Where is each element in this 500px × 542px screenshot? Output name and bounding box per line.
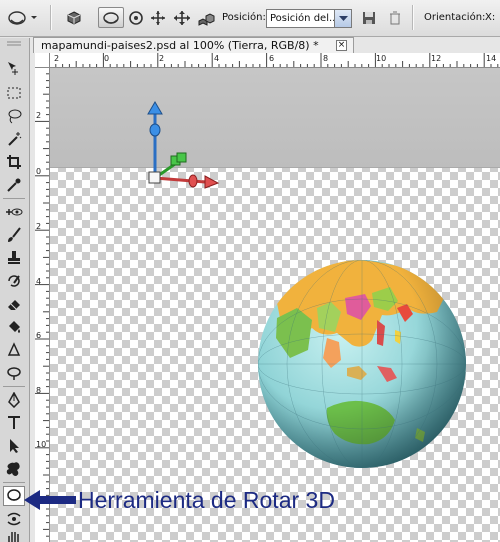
ruler-label: 2: [54, 54, 60, 63]
scale-3d-mode-button[interactable]: [195, 7, 217, 28]
3d-rotate-tool-preset-icon: [8, 10, 37, 25]
annotation-callout: Herramienta de Rotar 3D: [22, 484, 500, 518]
ruler-label: 6: [269, 54, 275, 63]
earth-globe[interactable]: [257, 258, 467, 470]
hand-icon: [8, 532, 19, 542]
slide-3d-mode-button[interactable]: [171, 7, 193, 28]
scale-3d-icon: [198, 12, 215, 26]
marquee-tool[interactable]: [3, 83, 25, 103]
custom-shape-tool[interactable]: [3, 459, 25, 479]
ruler-label: 6: [36, 331, 42, 340]
history-brush-tool[interactable]: [3, 271, 25, 291]
history-brush-icon: [8, 275, 20, 287]
lasso-tool[interactable]: [3, 106, 25, 126]
type-tool[interactable]: [3, 413, 25, 433]
magic-wand-tool[interactable]: [3, 129, 25, 149]
chevron-down-icon[interactable]: [334, 10, 351, 27]
paint-bucket-tool[interactable]: [3, 317, 25, 337]
paint-bucket-icon: [9, 321, 20, 333]
document-tab-title: mapamundi-paises2.psd al 100% (Tierra, R…: [41, 39, 319, 52]
ruler-label: 2: [36, 222, 42, 231]
hand-tool[interactable]: [3, 530, 25, 542]
healing-brush-tool[interactable]: [3, 202, 25, 222]
brush-icon: [8, 227, 21, 242]
horizontal-ruler[interactable]: 2 0 2 4 6 8 10 12 14: [35, 53, 500, 68]
ruler-label: 0: [36, 167, 42, 176]
lasso-icon: [8, 109, 22, 124]
toolbox: [0, 38, 30, 542]
path-selection-icon: [10, 439, 19, 453]
ruler-label: 0: [104, 54, 110, 63]
type-icon: [8, 416, 20, 429]
clone-stamp-tool[interactable]: [3, 248, 25, 268]
rotate-3d-icon: [103, 11, 119, 24]
ruler-label: 10: [36, 440, 47, 449]
save-icon: [363, 11, 375, 24]
document-tab[interactable]: mapamundi-paises2.psd al 100% (Tierra, R…: [33, 37, 354, 53]
eraser-tool[interactable]: [3, 294, 25, 314]
position-dropdown[interactable]: Posición del...: [266, 9, 352, 28]
move-icon: [8, 62, 18, 75]
magic-wand-icon: [8, 132, 22, 146]
ruler-label: 4: [214, 54, 220, 63]
crop-icon: [7, 155, 21, 169]
move-tool[interactable]: [3, 58, 25, 78]
options-bar: Posición: Posición del... Orientación: X…: [0, 0, 500, 37]
ruler-label: 8: [36, 386, 42, 395]
trash-icon: [390, 11, 400, 24]
healing-brush-icon: [6, 208, 23, 216]
save-position-button[interactable]: [358, 7, 380, 28]
arrow-left-icon: [24, 490, 76, 510]
roll-3d-mode-button[interactable]: [125, 7, 147, 28]
cube-icon: [67, 10, 81, 25]
3d-rotate-icon: [7, 489, 21, 501]
annotation-text: Herramienta de Rotar 3D: [78, 487, 335, 513]
close-icon[interactable]: ×: [336, 40, 347, 51]
3d-ground-plane: [50, 68, 500, 168]
clone-stamp-icon: [8, 251, 20, 264]
return-to-initial-object-position-button[interactable]: [63, 7, 85, 28]
rotate-3d-mode-button[interactable]: [98, 7, 124, 28]
blur-tool[interactable]: [3, 340, 25, 360]
orientation-label: Orientación:: [424, 12, 486, 23]
pen-tool[interactable]: [3, 390, 25, 410]
ruler-label: 4: [36, 277, 42, 286]
position-label: Posición:: [222, 12, 266, 23]
pen-icon: [8, 392, 20, 408]
x-label: X:: [485, 12, 496, 23]
dodge-tool[interactable]: [3, 363, 25, 383]
custom-shape-icon: [6, 462, 20, 476]
blur-icon: [7, 342, 21, 356]
ruler-label: 8: [323, 54, 329, 63]
ruler-label: 2: [36, 111, 42, 120]
ruler-origin[interactable]: [35, 53, 50, 68]
eraser-icon: [8, 300, 20, 310]
ruler-label: 12: [431, 54, 442, 63]
pan-3d-mode-button[interactable]: [147, 7, 169, 28]
3d-axis-widget[interactable]: [135, 98, 225, 198]
eyedropper-icon: [7, 178, 21, 192]
document-canvas[interactable]: [50, 68, 500, 542]
tool-preset-picker[interactable]: [4, 7, 40, 28]
marquee-icon: [7, 87, 21, 99]
eyedropper-tool[interactable]: [3, 175, 25, 195]
crop-tool[interactable]: [3, 152, 25, 172]
position-dropdown-value: Posición del...: [270, 13, 334, 24]
3d-orbit-icon: [7, 512, 21, 526]
delete-position-button[interactable]: [384, 7, 406, 28]
toolbox-grip[interactable]: [3, 40, 25, 48]
roll-3d-icon: [129, 10, 143, 25]
dodge-icon: [7, 367, 21, 380]
ruler-label: 2: [159, 54, 165, 63]
vertical-ruler[interactable]: 2 0 2 4 6 8 10 12: [35, 67, 50, 542]
path-selection-tool[interactable]: [3, 436, 25, 456]
ruler-label: 14: [486, 54, 497, 63]
ruler-label: 10: [376, 54, 387, 63]
slide-3d-icon: [174, 10, 190, 25]
brush-tool[interactable]: [3, 225, 25, 245]
pan-3d-icon: [151, 10, 165, 25]
